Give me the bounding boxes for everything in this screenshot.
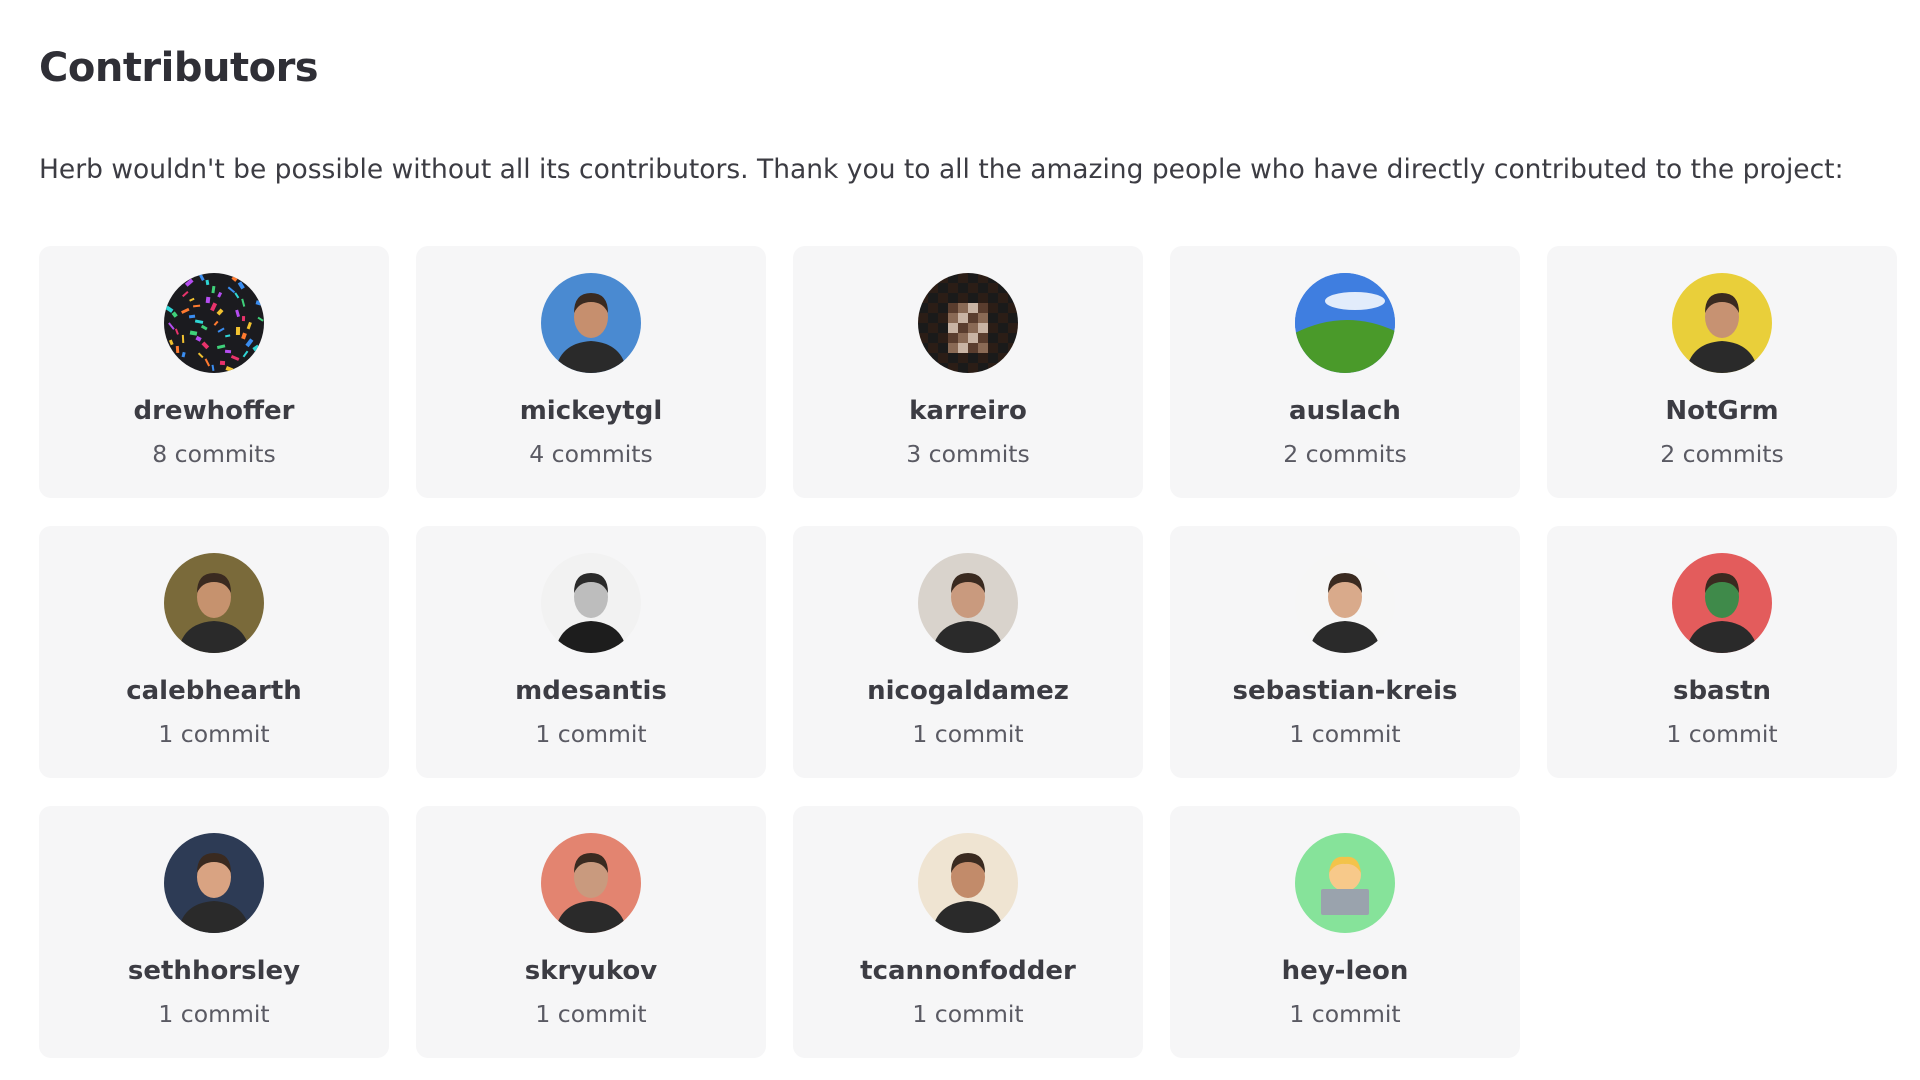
contributor-name: sethhorsley [127,956,301,986]
avatar [164,833,264,933]
contributor-card[interactable]: hey-leon 1 commit [1170,806,1520,1058]
avatar [541,833,641,933]
contributor-card[interactable]: NotGrm 2 commits [1547,246,1897,498]
commit-count: 2 commits [1660,440,1784,468]
avatar [541,273,641,373]
contributor-card[interactable]: mdesantis 1 commit [416,526,766,778]
contributor-card[interactable]: auslach 2 commits [1170,246,1520,498]
contributor-name: drewhoffer [133,396,295,426]
contributor-name: mdesantis [515,676,667,706]
commit-count: 1 commit [912,720,1024,748]
contributor-name: hey-leon [1281,956,1409,986]
contributor-card[interactable]: sbastn 1 commit [1547,526,1897,778]
contributor-name: sebastian-kreis [1232,676,1458,706]
contributors-page: Contributors Herb wouldn't be possible w… [0,0,1920,1080]
contributor-name: mickeytgl [519,396,663,426]
avatar [918,273,1018,373]
commit-count: 1 commit [535,1000,647,1028]
contributor-card[interactable]: sethhorsley 1 commit [39,806,389,1058]
commit-count: 1 commit [158,1000,270,1028]
contributor-name: karreiro [909,396,1027,426]
contributor-name: calebhearth [126,676,302,706]
commit-count: 3 commits [906,440,1030,468]
intro-text: Herb wouldn't be possible without all it… [39,154,1844,185]
contributor-name: NotGrm [1665,396,1779,426]
commit-count: 1 commit [1289,1000,1401,1028]
avatar [1672,553,1772,653]
avatar [918,833,1018,933]
avatar [1672,273,1772,373]
contributor-card[interactable]: mickeytgl 4 commits [416,246,766,498]
avatar [1295,833,1395,933]
contributor-card[interactable]: tcannonfodder 1 commit [793,806,1143,1058]
commit-count: 1 commit [1289,720,1401,748]
avatar [918,553,1018,653]
contributor-name: tcannonfodder [860,956,1076,986]
contributor-card[interactable]: calebhearth 1 commit [39,526,389,778]
avatar [1295,273,1395,373]
commit-count: 2 commits [1283,440,1407,468]
avatar [541,553,641,653]
commit-count: 1 commit [535,720,647,748]
avatar [164,273,264,373]
contributor-card[interactable]: drewhoffer 8 commits [39,246,389,498]
avatar [1295,553,1395,653]
contributor-name: sbastn [1672,676,1772,706]
commit-count: 1 commit [158,720,270,748]
commit-count: 1 commit [1666,720,1778,748]
contributor-name: nicogaldamez [867,676,1069,706]
contributor-card[interactable]: karreiro 3 commits [793,246,1143,498]
avatar [164,553,264,653]
page-title: Contributors [39,45,319,91]
contributor-card[interactable]: sebastian-kreis 1 commit [1170,526,1520,778]
contributors-grid: drewhoffer 8 commits mickeytgl 4 commits kar… [39,246,1897,1058]
contributor-card[interactable]: nicogaldamez 1 commit [793,526,1143,778]
contributor-name: skryukov [524,956,658,986]
contributor-card[interactable]: skryukov 1 commit [416,806,766,1058]
commit-count: 1 commit [912,1000,1024,1028]
commit-count: 4 commits [529,440,653,468]
contributor-name: auslach [1289,396,1401,426]
commit-count: 8 commits [152,440,276,468]
